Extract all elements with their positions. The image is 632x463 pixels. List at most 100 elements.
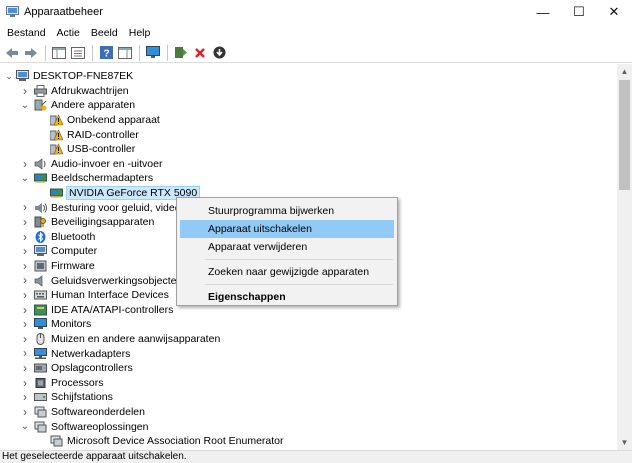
- minimize-button[interactable]: —: [525, 0, 561, 24]
- tree-item-processors[interactable]: Processors: [34, 376, 105, 391]
- chevron-right-icon[interactable]: ›: [20, 288, 30, 302]
- show-hide-tree-icon[interactable]: [50, 44, 68, 62]
- menu-actie[interactable]: Actie: [52, 25, 86, 43]
- menu-bar: Bestand Actie Beeld Help: [0, 25, 632, 43]
- tree-item-label: Bluetooth: [51, 230, 96, 243]
- scroll-up-icon[interactable]: ▲: [617, 64, 632, 79]
- tree-item-monitors[interactable]: Monitors: [34, 317, 92, 332]
- vertical-scrollbar[interactable]: ▲ ▼: [617, 64, 632, 450]
- tree-item-netwerkadapters[interactable]: Netwerkadapters: [34, 346, 131, 361]
- chevron-right-icon[interactable]: ›: [20, 332, 30, 346]
- chevron-right-icon[interactable]: ›: [20, 317, 30, 331]
- mouse-icon: [34, 333, 47, 346]
- scroll-down-icon[interactable]: ▼: [617, 435, 632, 450]
- security-key-icon: [34, 216, 47, 228]
- chevron-right-icon[interactable]: ›: [20, 346, 30, 360]
- menu-separator: [205, 259, 393, 260]
- scrollbar-thumb[interactable]: [619, 80, 630, 190]
- download-icon[interactable]: [210, 44, 228, 62]
- uninstall-icon[interactable]: [191, 44, 209, 62]
- chevron-right-icon[interactable]: ›: [20, 376, 30, 390]
- tree-root[interactable]: ⌄ DESKTOP-FNE87EK: [4, 69, 134, 84]
- tree-item-label: Monitors: [51, 318, 92, 331]
- tree-item-geluidsverwerkingsobjecten[interactable]: Geluidsverwerkingsobjecten (: [34, 273, 190, 288]
- tree-item-usb-controller[interactable]: USB-controller: [50, 142, 136, 157]
- menu-beeld[interactable]: Beeld: [86, 25, 124, 43]
- tree-item-label: Schijfstations: [51, 391, 113, 404]
- toolbar-divider: [139, 44, 140, 61]
- help-icon[interactable]: ?: [97, 44, 115, 62]
- display-adapter-icon: [34, 172, 47, 184]
- tree-item-microsoft-device-association-root-enumerator[interactable]: Microsoft Device Association Root Enumer…: [50, 434, 285, 449]
- chevron-down-icon[interactable]: ⌄: [20, 172, 30, 184]
- monitor-icon[interactable]: [144, 44, 162, 62]
- tree-item-audio-invoer-en-uitvoer[interactable]: Audio-invoer en -uitvoer: [34, 157, 163, 172]
- chevron-right-icon[interactable]: ›: [20, 157, 30, 171]
- chevron-down-icon[interactable]: ⌄: [4, 70, 14, 82]
- tree-item-beveiligingsapparaten[interactable]: Beveiligingsapparaten: [34, 215, 155, 230]
- tree-item-label: Processors: [51, 376, 104, 389]
- tree-item-ide-ata-atapi-controllers[interactable]: IDE ATA/ATAPI-controllers: [34, 303, 174, 318]
- hid-icon: [34, 289, 47, 301]
- chevron-right-icon[interactable]: ›: [20, 390, 30, 404]
- tree-item-label: Onbekend apparaat: [67, 114, 160, 127]
- tree-item-afdrukwachtrijen[interactable]: Afdrukwachtrijen: [34, 84, 130, 99]
- tree-item-besturing-voor-geluid-video-e[interactable]: Besturing voor geluid, video e: [34, 200, 190, 215]
- tree-item-schijfstations[interactable]: Schijfstations: [34, 390, 114, 405]
- computer-icon: [16, 70, 29, 82]
- chevron-right-icon[interactable]: ›: [20, 215, 30, 229]
- chevron-right-icon[interactable]: ›: [20, 200, 30, 214]
- tree-item-andere-apparaten[interactable]: Andere apparaten: [34, 98, 136, 113]
- action-pane-icon[interactable]: [116, 44, 134, 62]
- tree-item-bluetooth[interactable]: Bluetooth: [34, 230, 96, 245]
- tree-item-beeldschermadapters[interactable]: Beeldschermadapters: [34, 171, 154, 186]
- tree-item-label: Beeldschermadapters: [51, 172, 154, 185]
- device-manager-icon: [6, 6, 19, 18]
- close-button[interactable]: ✕: [596, 0, 632, 24]
- menu-bestand[interactable]: Bestand: [2, 25, 52, 43]
- menu-help[interactable]: Help: [124, 25, 157, 43]
- svg-text:?: ?: [103, 49, 109, 60]
- chevron-right-icon[interactable]: ›: [20, 84, 30, 98]
- context-menu-item-zoeken-naar-gewijzigde-apparaten[interactable]: Zoeken naar gewijzigde apparaten: [180, 263, 394, 281]
- context-menu-item-stuurprogramma-bijwerken[interactable]: Stuurprogramma bijwerken: [180, 202, 394, 220]
- bluetooth-icon: [34, 230, 47, 243]
- chevron-right-icon[interactable]: ›: [20, 405, 30, 419]
- chevron-right-icon[interactable]: ›: [20, 259, 30, 273]
- context-menu-item-apparaat-uitschakelen[interactable]: Apparaat uitschakelen: [180, 220, 394, 238]
- tree-item-computer[interactable]: Computer: [34, 244, 98, 259]
- computer-icon: [34, 245, 47, 257]
- tree-item-opslagcontrollers[interactable]: Opslagcontrollers: [34, 361, 134, 376]
- back-icon[interactable]: [3, 44, 21, 62]
- chevron-right-icon[interactable]: ›: [20, 244, 30, 258]
- menu-separator: [205, 284, 393, 285]
- tree-item-onbekend-apparaat[interactable]: Onbekend apparaat: [50, 113, 161, 128]
- chevron-right-icon[interactable]: ›: [20, 303, 30, 317]
- chevron-down-icon[interactable]: ⌄: [20, 99, 30, 111]
- tree-item-softwareoplossingen[interactable]: Softwareoplossingen: [34, 419, 149, 434]
- tree-item-human-interface-devices[interactable]: Human Interface Devices: [34, 288, 170, 303]
- tree-item-firmware[interactable]: Firmware: [34, 259, 96, 274]
- update-driver-icon[interactable]: [172, 44, 190, 62]
- maximize-button[interactable]: ☐: [561, 0, 597, 24]
- properties-icon[interactable]: [69, 44, 87, 62]
- window-title: Apparaatbeheer: [24, 6, 103, 18]
- chevron-right-icon[interactable]: ›: [20, 273, 30, 287]
- tree-item-label: Beveiligingsapparaten: [51, 216, 155, 229]
- tree-item-label: USB-controller: [67, 143, 136, 156]
- context-menu-item-apparaat-verwijderen[interactable]: Apparaat verwijderen: [180, 238, 394, 256]
- chevron-right-icon[interactable]: ›: [20, 230, 30, 244]
- tree-item-label: Audio-invoer en -uitvoer: [51, 157, 163, 170]
- warning-icon: [50, 114, 63, 126]
- ide-icon: [34, 304, 47, 316]
- tree-item-muizen-en-andere-aanwijsapparaten[interactable]: Muizen en andere aanwijsapparaten: [34, 332, 221, 347]
- toolbar-divider: [92, 44, 93, 61]
- context-menu-item-eigenschappen[interactable]: Eigenschappen: [180, 288, 394, 306]
- forward-icon[interactable]: [22, 44, 40, 62]
- tree-item-softwareonderdelen[interactable]: Softwareonderdelen: [34, 405, 146, 420]
- chevron-right-icon[interactable]: ›: [20, 361, 30, 375]
- toolbar-divider: [167, 44, 168, 61]
- chevron-down-icon[interactable]: ⌄: [20, 420, 30, 432]
- disk-icon: [34, 391, 47, 403]
- tree-item-raid-controller[interactable]: RAID-controller: [50, 127, 140, 142]
